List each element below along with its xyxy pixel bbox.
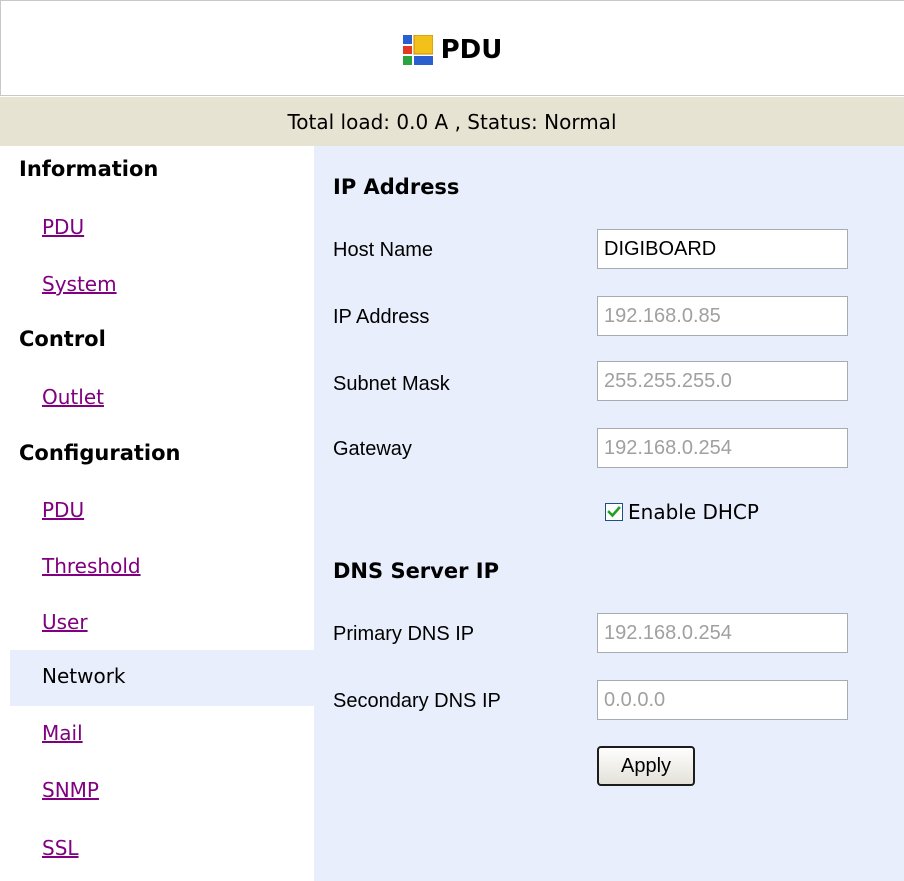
sidebar-heading-control: Control <box>19 327 106 351</box>
gateway-input[interactable] <box>597 428 848 468</box>
status-bar: Total load: 0.0 A , Status: Normal <box>0 97 904 146</box>
apply-button[interactable]: Apply <box>597 746 695 786</box>
sidebar-item-network[interactable]: Network <box>10 650 314 706</box>
sidebar-heading-information: Information <box>19 157 159 181</box>
sidebar-item-threshold[interactable]: Threshold <box>42 554 141 578</box>
sidebar-item-system[interactable]: System <box>42 272 117 296</box>
primary-dns-label: Primary DNS IP <box>333 623 475 645</box>
host-name-input[interactable] <box>597 229 848 269</box>
ip-address-heading: IP Address <box>333 175 460 199</box>
secondary-dns-label: Secondary DNS IP <box>333 690 501 712</box>
host-name-label: Host Name <box>333 239 434 261</box>
enable-dhcp-checkbox[interactable] <box>605 503 623 521</box>
sidebar-item-network-label: Network <box>42 664 126 688</box>
secondary-dns-input[interactable] <box>597 680 848 720</box>
dns-server-heading: DNS Server IP <box>333 559 499 583</box>
sidebar-item-mail[interactable]: Mail <box>42 721 83 745</box>
ip-address-input[interactable] <box>597 296 848 336</box>
sidebar-item-ssl[interactable]: SSL <box>42 836 79 860</box>
sidebar-item-user[interactable]: User <box>42 610 88 634</box>
subnet-mask-input[interactable] <box>597 361 848 401</box>
sidebar-item-config-pdu[interactable]: PDU <box>42 498 84 522</box>
sidebar-heading-configuration: Configuration <box>19 441 181 465</box>
network-settings-panel: IP Address Host Name IP Address Subnet M… <box>314 146 904 881</box>
status-text: Total load: 0.0 A , Status: Normal <box>287 109 617 134</box>
page-title: PDU <box>440 35 503 65</box>
gateway-label: Gateway <box>333 438 412 460</box>
checkmark-icon <box>607 506 621 518</box>
windows-app-icon <box>402 35 433 65</box>
sidebar-item-snmp[interactable]: SNMP <box>42 778 99 802</box>
ip-address-label: IP Address <box>333 306 430 328</box>
enable-dhcp-option[interactable]: Enable DHCP <box>605 500 759 524</box>
enable-dhcp-label: Enable DHCP <box>628 500 759 524</box>
sidebar-item-info-pdu[interactable]: PDU <box>42 215 84 239</box>
sidebar: Information PDU System Control Outlet Co… <box>0 146 314 881</box>
subnet-mask-label: Subnet Mask <box>333 373 450 395</box>
primary-dns-input[interactable] <box>597 613 848 653</box>
sidebar-item-outlet[interactable]: Outlet <box>42 385 104 409</box>
page-header: PDU <box>0 0 904 96</box>
app-logo: PDU <box>402 35 503 65</box>
